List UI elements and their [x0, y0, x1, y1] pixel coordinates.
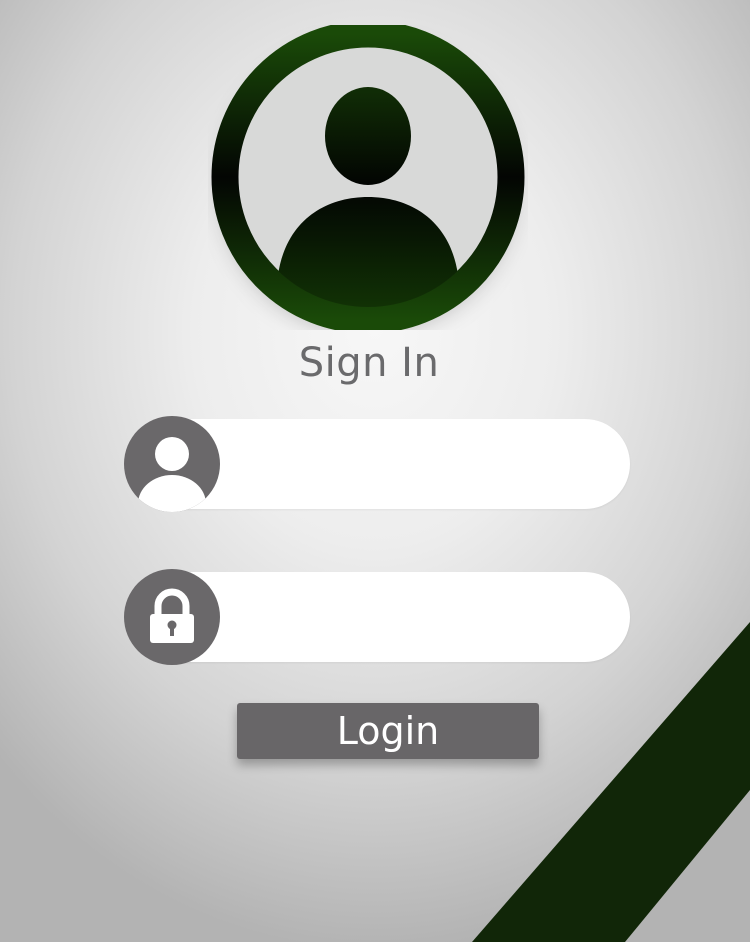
password-field[interactable]: [124, 569, 630, 665]
username-input[interactable]: [228, 419, 608, 509]
login-button[interactable]: Login: [237, 703, 539, 759]
user-icon: [124, 416, 220, 512]
user-avatar-icon: [208, 25, 528, 330]
page-title: Sign In: [298, 340, 440, 386]
lock-icon: [124, 569, 220, 665]
username-field[interactable]: [124, 416, 630, 512]
password-input[interactable]: [228, 572, 608, 662]
